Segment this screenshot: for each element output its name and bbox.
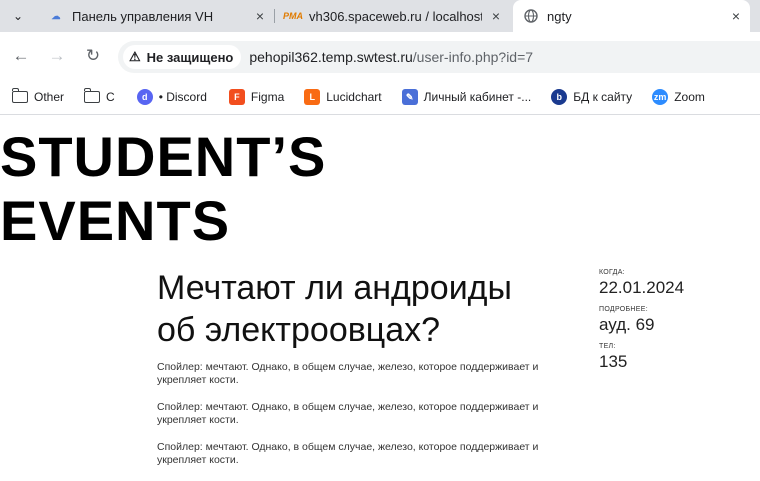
figma-icon: F — [228, 89, 245, 105]
bookmark-label: Lucidchart — [326, 90, 382, 104]
close-icon[interactable]: × — [252, 8, 268, 24]
when-value: 22.01.2024 — [599, 278, 685, 297]
chevron-down-icon: ⌄ — [12, 9, 24, 23]
bookmark-label: С — [106, 90, 115, 104]
security-label: Не защищено — [146, 49, 234, 65]
discord-icon: d — [136, 89, 153, 105]
toolbar: ← → ↻ ⚠ Не защищено pehopil362.temp.swte… — [0, 32, 760, 80]
url-text[interactable]: pehopil362.temp.swtest.ru/user-info.php?… — [249, 49, 533, 65]
bookmark-label: Zoom — [674, 90, 705, 104]
article-title-line-1: Мечтают ли андроиды — [157, 269, 512, 307]
phpmyadmin-icon: PMA — [283, 11, 303, 21]
tab-title: Панель управления VH — [72, 8, 214, 24]
bookmark-db[interactable]: b БД к сайту — [551, 89, 632, 105]
forward-button[interactable]: → — [45, 44, 69, 68]
reload-button[interactable]: ↻ — [81, 44, 105, 68]
bookmark-label: • Discord — [158, 90, 207, 104]
address-bar[interactable]: ⚠ Не защищено pehopil362.temp.swtest.ru/… — [118, 41, 760, 73]
bookmark-label: БД к сайту — [573, 90, 633, 104]
tab-phpmyadmin[interactable]: PMA vh306.spaceweb.ru / localhost / × — [275, 0, 510, 32]
tab-vh-panel[interactable]: ☁ Панель управления VH × — [38, 0, 274, 32]
article: Мечтают ли андроиды об электроовцах? Спо… — [157, 267, 577, 481]
bookmark-label: Other — [34, 90, 65, 104]
browser-chrome: ⌄ ☁ Панель управления VH × PMA vh306.spa… — [0, 0, 760, 115]
folder-icon — [11, 88, 28, 103]
details-label: ПОДРОБНЕЕ: — [599, 306, 648, 313]
globe-icon — [523, 8, 539, 24]
back-button[interactable]: ← — [9, 44, 33, 68]
logo-line-2: EVENTS — [0, 189, 231, 252]
close-icon[interactable]: × — [728, 8, 744, 24]
bookmark-other[interactable]: Other — [11, 88, 65, 104]
tab-title: ngty — [547, 8, 572, 24]
reload-icon: ↻ — [85, 46, 101, 65]
lucidchart-icon: L — [304, 89, 321, 105]
cabinet-icon: ✎ — [401, 89, 418, 105]
phone-label: ТЕЛ: — [599, 343, 616, 350]
arrow-left-icon: ← — [12, 46, 30, 65]
zoom-icon: zm — [652, 89, 669, 105]
details-value: ауд. 69 — [599, 315, 655, 334]
bookmark-cabinet[interactable]: ✎ Личный кабинет -... — [401, 89, 532, 105]
bookmark-label: Figma — [250, 90, 285, 104]
url-host: pehopil362.temp.swtest.ru — [249, 49, 413, 65]
db-icon: b — [551, 89, 568, 105]
article-paragraph: Спойлер: мечтают. Однако, в общем случае… — [157, 361, 539, 386]
tab-title: vh306.spaceweb.ru / localhost / — [309, 8, 482, 24]
bookmark-figma[interactable]: F Figma — [228, 89, 285, 105]
close-icon[interactable]: × — [488, 8, 504, 24]
site-logo[interactable]: STUDENT’S EVENTS — [0, 125, 400, 253]
bookmark-zoom[interactable]: zm Zoom — [652, 89, 705, 105]
page-content: STUDENT’S EVENTS Мечтают ли андроиды об … — [0, 115, 760, 481]
tab-ngty[interactable]: ngty × — [513, 0, 750, 32]
article-paragraph: Спойлер: мечтают. Однако, в общем случае… — [157, 401, 539, 426]
phone-value: 135 — [599, 352, 628, 371]
article-paragraph: Спойлер: мечтают. Однако, в общем случае… — [157, 441, 539, 466]
warning-triangle-icon: ⚠ — [129, 49, 141, 64]
bookmark-label: Личный кабинет -... — [423, 90, 532, 104]
tab-strip: ⌄ ☁ Панель управления VH × PMA vh306.spa… — [0, 0, 760, 32]
bookmark-discord[interactable]: d • Discord — [136, 89, 207, 105]
arrow-right-icon: → — [48, 46, 66, 65]
folder-icon — [83, 88, 101, 103]
tab-search-button[interactable]: ⌄ — [6, 5, 30, 27]
article-title-line-2: об электроовцах? — [157, 311, 441, 349]
article-title: Мечтают ли андроиды об электроовцах? — [157, 267, 577, 351]
event-meta: КОГДА: 22.01.2024 ПОДРОБНЕЕ: ауд. 69 ТЕЛ… — [599, 268, 749, 379]
bookmarks-bar: Other С d • Discord F Figma L Lucidchart… — [0, 80, 760, 115]
bookmark-c[interactable]: С — [83, 88, 115, 104]
when-label: КОГДА: — [599, 269, 625, 276]
logo-line-1: STUDENT’S — [0, 125, 327, 188]
bookmark-lucidchart[interactable]: L Lucidchart — [304, 89, 382, 105]
security-chip[interactable]: ⚠ Не защищено — [123, 45, 242, 69]
vh-cloud-icon: ☁ — [51, 10, 61, 21]
url-path: /user-info.php?id=7 — [412, 49, 534, 65]
